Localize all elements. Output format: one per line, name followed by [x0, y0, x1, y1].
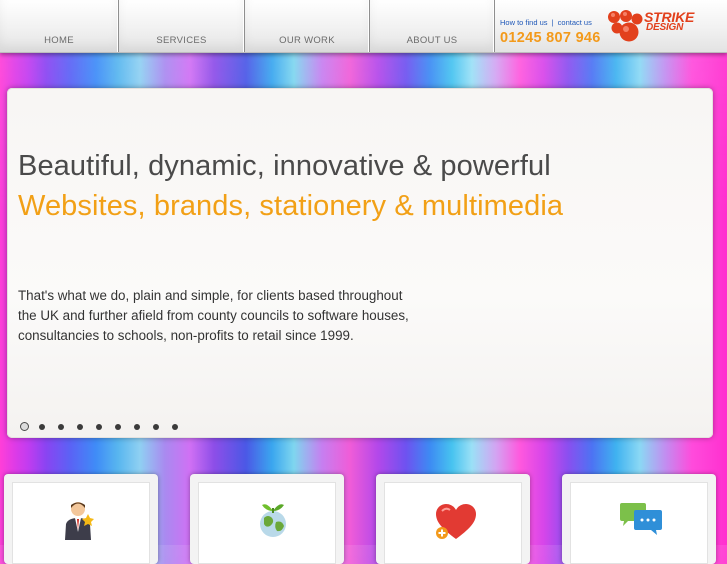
contact-links: How to find us | contact us	[500, 18, 610, 27]
logo-word-design: DESIGN	[646, 22, 684, 33]
slide-dot-3[interactable]	[58, 424, 64, 430]
slide-dot-6[interactable]	[115, 424, 121, 430]
slide-dot-5[interactable]	[96, 424, 102, 430]
contact-box: How to find us | contact us 01245 807 94…	[500, 18, 610, 46]
contact-us-link[interactable]: contact us	[558, 18, 592, 27]
contact-separator: |	[551, 18, 554, 27]
top-navigation-bar: HOME SERVICES OUR WORK ABOUT US How to f…	[0, 0, 727, 53]
phone-number: 01245 807 946	[500, 30, 601, 46]
businessman-icon	[65, 502, 94, 540]
feature-card-2-inner	[198, 482, 336, 564]
slide-dot-8[interactable]	[153, 424, 159, 430]
nav-services-label: SERVICES	[156, 35, 207, 46]
heart-icon	[436, 504, 476, 539]
globe-icon	[260, 504, 286, 537]
hero-panel: Beautiful, dynamic, innovative & powerfu…	[7, 88, 713, 438]
slide-dot-7[interactable]	[134, 424, 140, 430]
nav-about-us-label: ABOUT US	[406, 35, 458, 46]
chat-bubbles-icon	[620, 503, 662, 535]
slide-dot-9[interactable]	[172, 424, 178, 430]
feature-card-1[interactable]	[4, 474, 158, 564]
feature-card-2[interactable]	[190, 474, 344, 564]
logo-circles-icon	[608, 10, 643, 42]
nav-home[interactable]: HOME	[0, 0, 119, 52]
feature-card-3-inner	[384, 482, 522, 564]
nav-our-work[interactable]: OUR WORK	[245, 0, 370, 52]
nav-home-label: HOME	[44, 35, 74, 46]
how-to-find-us-link[interactable]: How to find us	[500, 18, 548, 27]
nav-about-us[interactable]: ABOUT US	[370, 0, 495, 52]
feature-card-3[interactable]	[376, 474, 530, 564]
strike-design-logo[interactable]: STRIKE DESIGN	[604, 6, 724, 48]
feature-card-4-inner	[570, 482, 708, 564]
feature-card-4[interactable]	[562, 474, 716, 564]
nav-services[interactable]: SERVICES	[119, 0, 245, 52]
hero-description: That's what we do, plain and simple, for…	[18, 288, 409, 343]
slide-dot-2[interactable]	[39, 424, 45, 430]
hero-headline: Beautiful, dynamic, innovative & powerfu…	[18, 150, 551, 182]
slide-dot-1[interactable]	[20, 422, 29, 431]
feature-card-1-inner	[12, 482, 150, 564]
slide-dot-4[interactable]	[77, 424, 83, 430]
hero-subheadline: Websites, brands, stationery & multimedi…	[18, 190, 564, 222]
nav-our-work-label: OUR WORK	[279, 35, 335, 46]
